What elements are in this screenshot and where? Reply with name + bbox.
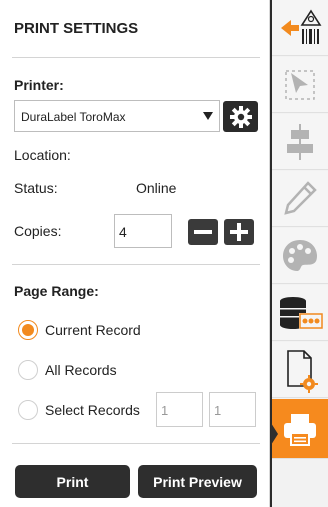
sidebar-item-select[interactable] [271,57,328,113]
sidebar-item-database[interactable] [271,285,328,341]
radio-label-current-record: Current Record [45,322,141,338]
location-label: Location: [14,147,71,163]
active-indicator-arrow [271,423,278,445]
printer-label: Printer: [14,77,64,93]
radio-select-records[interactable] [18,400,38,420]
sidebar-item-barcode-import[interactable] [271,0,328,56]
palette-icon [282,239,317,271]
divider [12,57,260,58]
status-value: Online [136,180,177,196]
status-label: Status: [14,180,58,196]
sidebar-item-colors[interactable] [271,228,328,284]
panel-title: PRINT SETTINGS [14,20,139,37]
copies-input[interactable]: 4 [114,214,172,248]
align-center-icon [286,123,313,160]
divider [12,264,260,265]
gear-icon [229,105,252,128]
printer-select-value: DuraLabel ToroMax [21,110,126,124]
database-records-icon [279,296,323,329]
radio-label-all-records: All Records [45,362,117,378]
increment-button[interactable] [224,219,254,245]
select-cursor-icon [284,69,315,100]
radio-current-record[interactable] [18,320,38,340]
print-preview-button[interactable]: Print Preview [138,465,257,498]
decrement-button[interactable] [188,219,218,245]
sidebar-item-align[interactable] [271,114,328,170]
printer-settings-button[interactable] [223,101,258,132]
printer-select[interactable]: DuraLabel ToroMax [14,100,220,132]
chevron-down-icon [203,112,213,120]
sidebar-item-document-settings[interactable] [271,342,328,398]
page-range-label: Page Range: [14,283,99,299]
radio-all-records[interactable] [18,360,38,380]
sidebar-item-draw[interactable] [271,171,328,227]
plus-icon-bar [237,223,241,241]
printer-icon [283,413,316,446]
sidebar-item-print[interactable] [271,399,328,459]
print-button[interactable]: Print [15,465,130,498]
radio-label-select-records: Select Records [45,402,140,418]
tool-sidebar [271,0,328,507]
copies-label: Copies: [14,223,62,239]
document-settings-icon [286,349,318,393]
minus-icon [194,230,212,234]
range-from-input[interactable]: 1 [156,392,203,427]
print-settings-panel: PRINT SETTINGS Printer: DuraLabel ToroMa… [0,0,270,507]
barcode-import-icon [280,9,321,44]
range-to-input[interactable]: 1 [209,392,256,427]
pencil-icon [283,180,317,215]
divider [12,443,260,444]
